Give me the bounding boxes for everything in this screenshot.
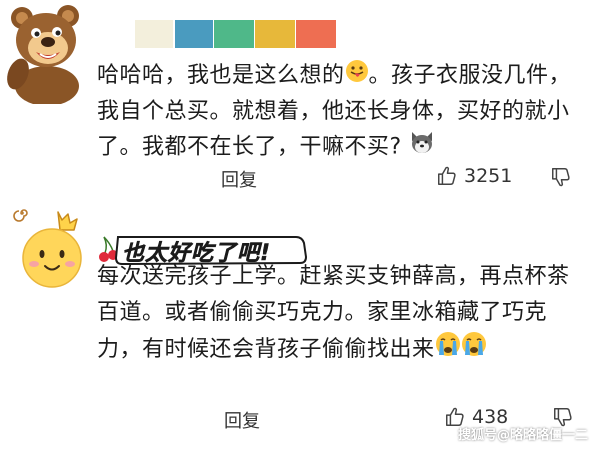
- like-count: 3251: [464, 165, 513, 187]
- username-block-3: [214, 20, 254, 48]
- reply-button[interactable]: 回复: [224, 407, 260, 433]
- bear-avatar-icon: [7, 5, 79, 106]
- username-block-1: [135, 20, 173, 48]
- thumb-down-icon: [552, 168, 570, 187]
- tongue-face-icon: [345, 59, 369, 94]
- crying-face-icon: [461, 331, 487, 369]
- reply-button[interactable]: 回复: [221, 166, 257, 192]
- comment-body-text: 每次送完孩子上学。赶紧买支钟薛高，再点杯茶百道。或者偷偷买巧克力。家里冰箱藏了巧…: [97, 264, 570, 362]
- avatar[interactable]: [2, 0, 92, 106]
- username-block-4: [255, 20, 295, 48]
- watermark: 搜狐号@略略略僵一二: [457, 428, 588, 443]
- comment-body: 哈哈哈，我也是这么想的 。孩子衣服没几件，我自个总买。就想着，他还长身体，买好的就…: [97, 58, 577, 166]
- username-block-5: [296, 20, 336, 48]
- like-button[interactable]: 3251: [436, 165, 512, 187]
- dislike-button[interactable]: [550, 166, 572, 192]
- username-block-2: [175, 20, 213, 48]
- avatar[interactable]: [18, 208, 90, 290]
- comment-body-text: 哈哈哈，我也是这么想的: [97, 63, 345, 88]
- husky-icon: [409, 129, 435, 166]
- thumb-up-icon: [438, 166, 456, 185]
- crying-face-icon: [435, 331, 461, 369]
- smiley-crown-avatar-icon: [22, 211, 82, 288]
- comment-body: 每次送完孩子上学。赶紧买支钟薛高，再点杯茶百道。或者偷偷买巧克力。家里冰箱藏了巧…: [97, 259, 577, 369]
